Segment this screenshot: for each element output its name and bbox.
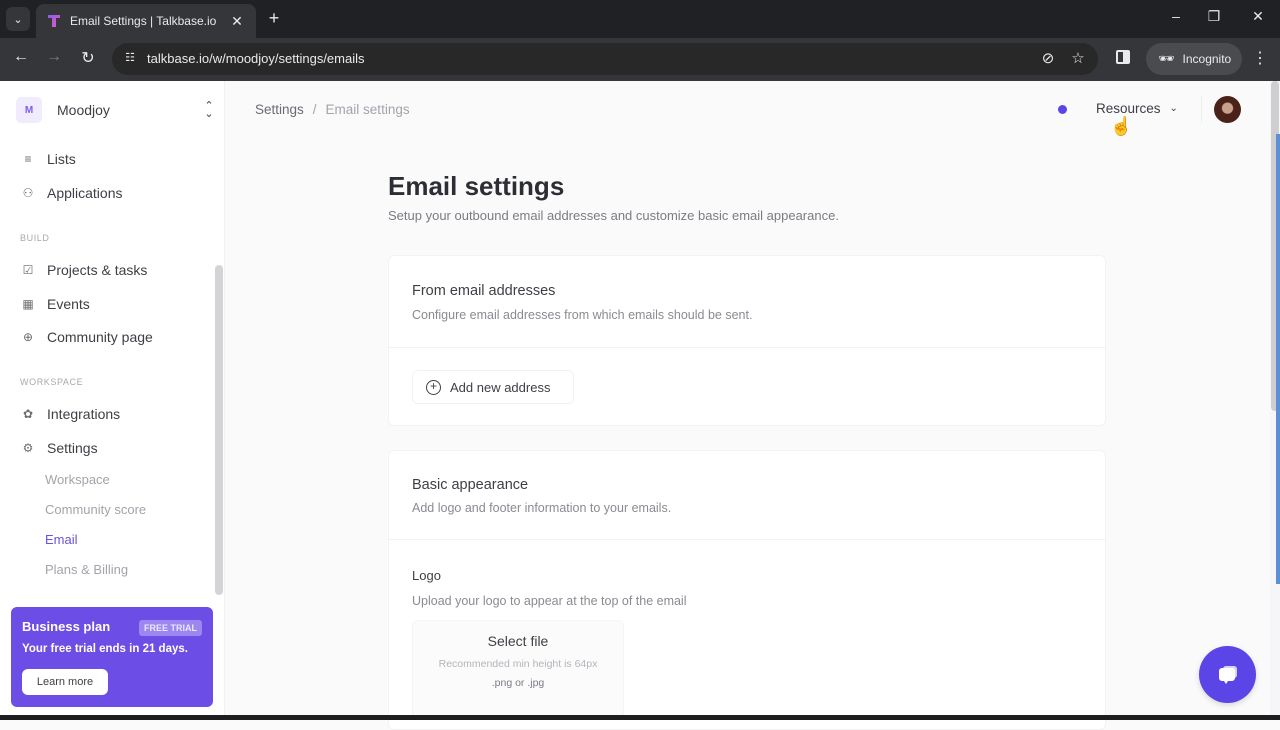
resources-label: Resources [1096, 101, 1161, 116]
card-header: From email addresses Configure email add… [389, 256, 1105, 348]
divider [1201, 95, 1202, 123]
breadcrumb: Settings / Email settings [255, 102, 410, 117]
tab-bar: ⌄ Email Settings | Talkbase.io ✕ + – ❐ ✕ [0, 0, 1280, 38]
sidebar-item-label: Integrations [47, 406, 121, 422]
incognito-label: Incognito [1182, 52, 1232, 66]
talkbase-logo-icon [48, 15, 60, 27]
url-text[interactable]: talkbase.io/w/moodjoy/settings/emails [147, 51, 365, 66]
logo-file-types: .png or .jpg [491, 677, 545, 689]
reload-icon[interactable]: ↻ [77, 48, 99, 68]
sidebar-item-label: Lists [47, 151, 76, 167]
card-title: Basic appearance [412, 477, 529, 493]
sidebar-item-label: Community page [47, 329, 153, 345]
select-file-label[interactable]: Select file [413, 633, 623, 649]
sidebar-item-label: Applications [47, 185, 123, 201]
card-title: From email addresses [412, 283, 556, 299]
sidebar-item-applications[interactable]: ⚇ Applications [20, 182, 210, 204]
card-description: Add logo and footer information to your … [412, 501, 672, 515]
learn-more-button[interactable]: Learn more [22, 669, 108, 695]
notification-dot[interactable] [1058, 105, 1067, 114]
sidebar-subitem-community-score[interactable]: Community score [45, 502, 146, 517]
card-description: Configure email addresses from which ema… [412, 308, 753, 322]
logo-description: Upload your logo to appear at the top of… [412, 594, 687, 608]
chevron-down-icon: ⌄ [1169, 103, 1178, 114]
sidebar-item-label: Projects & tasks [47, 262, 148, 278]
logo-file-dropzone[interactable]: Select file Recommended min height is 64… [412, 620, 624, 720]
page-title: Email settings [388, 171, 565, 201]
sidebar-scrollbar[interactable] [215, 265, 223, 595]
restore-icon[interactable]: ❐ [1204, 8, 1224, 25]
sidebar-item-integrations[interactable]: ✿ Integrations [20, 403, 210, 425]
chevron-down-icon: ⌄ [13, 13, 23, 26]
sidebar-subitem-workspace[interactable]: Workspace [45, 472, 110, 487]
globe-icon: ⊕ [22, 330, 34, 344]
sidebar: M Moodjoy ⌃ ⌄ ≡ Lists ⚇ Applications BUIL… [0, 81, 225, 720]
kebab-menu-icon[interactable]: ⋮ [1252, 48, 1268, 68]
logo-size-hint: Recommended min height is 64px [438, 658, 598, 670]
sidebar-item-lists[interactable]: ≡ Lists [20, 148, 210, 170]
section-label-workspace: WORKSPACE [20, 377, 84, 387]
browser-toolbar: ← → ↻ ☷ talkbase.io/w/moodjoy/settings/e… [0, 38, 1280, 81]
sidebar-item-settings[interactable]: ⚙ Settings [20, 437, 210, 459]
free-trial-badge: FREE TRIAL [139, 620, 202, 636]
tune-icon[interactable]: ☷ [122, 51, 138, 67]
add-new-address-button[interactable]: + Add new address [412, 370, 574, 404]
star-icon[interactable]: ☆ [1068, 49, 1088, 67]
plan-trial-text: Your free trial ends in 21 days. [22, 643, 188, 655]
browser-tab-active[interactable]: Email Settings | Talkbase.io ✕ [36, 4, 256, 38]
pointer-cursor-icon: ☝ [1110, 116, 1133, 136]
tab-search-button[interactable]: ⌄ [6, 7, 30, 31]
topbar: Settings / Email settings Resources ⌄ ☝ [225, 81, 1270, 139]
scroll-indicator [1276, 134, 1280, 584]
card-header: Basic appearance Add logo and footer inf… [389, 451, 1105, 540]
close-icon[interactable]: ✕ [228, 13, 246, 30]
logo-label: Logo [412, 568, 441, 583]
basic-appearance-card: Basic appearance Add logo and footer inf… [388, 450, 1106, 730]
breadcrumb-email-settings: Email settings [325, 102, 410, 117]
sidebar-item-community-page[interactable]: ⊕ Community page [20, 326, 210, 348]
chat-icon [1218, 665, 1237, 684]
breadcrumb-separator: / [312, 102, 317, 117]
user-avatar[interactable] [1214, 96, 1241, 123]
chevron-up-down-icon: ⌃ ⌄ [204, 100, 214, 120]
workspace-name: Moodjoy [57, 102, 110, 118]
incognito-icon: 🕶 [1158, 51, 1175, 66]
close-window-icon[interactable]: ✕ [1248, 8, 1268, 25]
add-new-address-label: Add new address [450, 379, 551, 395]
checkbox-icon: ☑ [22, 263, 34, 277]
minimize-icon[interactable]: – [1166, 8, 1186, 24]
section-label-build: BUILD [20, 233, 50, 243]
taskbar-edge [0, 715, 1280, 720]
incognito-badge[interactable]: 🕶 Incognito [1146, 43, 1242, 75]
plan-card: Business plan FREE TRIAL Your free trial… [11, 607, 213, 707]
sidebar-subitem-email[interactable]: Email [45, 532, 78, 547]
browser-chrome: ⌄ Email Settings | Talkbase.io ✕ + – ❐ ✕… [0, 0, 1280, 81]
arrow-right-icon[interactable]: → [43, 48, 65, 66]
user-plus-icon: ⚇ [22, 186, 34, 200]
eye-off-icon[interactable]: ⊘ [1038, 49, 1058, 67]
tab-title: Email Settings | Talkbase.io [70, 14, 217, 28]
sidebar-item-label: Events [47, 296, 90, 312]
sidebar-item-projects-tasks[interactable]: ☑ Projects & tasks [20, 259, 210, 281]
from-addresses-card: From email addresses Configure email add… [388, 255, 1106, 426]
gear-icon: ⚙ [22, 441, 34, 455]
resources-menu-button[interactable]: Resources ⌄ [1096, 101, 1178, 116]
list-icon: ≡ [24, 152, 32, 166]
plus-circle-icon: + [426, 379, 441, 395]
address-bar[interactable]: ☷ talkbase.io/w/moodjoy/settings/emails … [112, 43, 1098, 75]
puzzle-icon: ✿ [22, 407, 34, 421]
side-panel-icon[interactable] [1116, 50, 1130, 64]
arrow-left-icon[interactable]: ← [10, 48, 32, 66]
chat-widget-button[interactable] [1199, 646, 1256, 703]
sidebar-item-events[interactable]: ▦ Events [20, 293, 210, 315]
page-subtitle: Setup your outbound email addresses and … [388, 208, 839, 223]
sidebar-item-label: Settings [47, 440, 98, 456]
breadcrumb-settings[interactable]: Settings [255, 102, 304, 117]
workspace-avatar: M [16, 97, 42, 123]
sidebar-subitem-plans-billing[interactable]: Plans & Billing [45, 562, 128, 577]
app-page: M Moodjoy ⌃ ⌄ ≡ Lists ⚇ Applications BUIL… [0, 81, 1280, 730]
calendar-icon: ▦ [22, 297, 34, 311]
plus-icon[interactable]: + [264, 8, 284, 29]
workspace-switcher[interactable]: M Moodjoy ⌃ ⌄ [16, 97, 216, 123]
